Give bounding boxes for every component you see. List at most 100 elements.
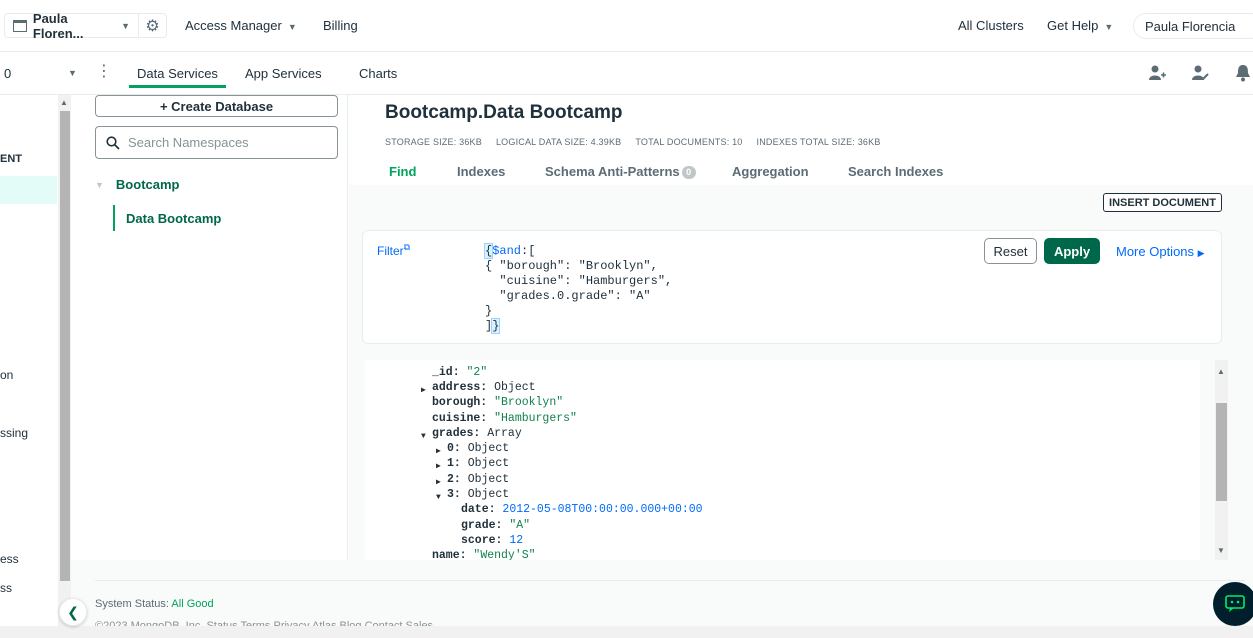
field-key: _id:	[432, 366, 460, 379]
field-value: 2012-05-08T00:00:00.000+00:00	[502, 503, 703, 516]
scrollbar-thumb[interactable]	[60, 111, 70, 581]
field-value: Object	[467, 488, 510, 501]
namespace-search-box[interactable]	[95, 126, 338, 159]
all-clusters-link[interactable]: All Clusters	[958, 18, 1024, 33]
access-manager-menu[interactable]: Access Manager ▼	[185, 18, 297, 33]
org-name: Paula Floren...	[32, 10, 84, 41]
collection-view: Bootcamp.Data Bootcamp STORAGE SIZE: 36K…	[349, 95, 1253, 560]
field-address[interactable]: ▶ address: Object	[421, 381, 536, 395]
caret-right-icon[interactable]: ▶	[421, 384, 426, 398]
chevron-down-icon: ▼	[1104, 22, 1114, 32]
chat-support-icon[interactable]	[1213, 582, 1253, 626]
caret-right-icon[interactable]: ▶	[436, 460, 441, 474]
sidebar-item[interactable]: on	[0, 368, 13, 382]
user-menu[interactable]: Paula Florencia	[1133, 13, 1253, 39]
tab-search-indexes[interactable]: Search Indexes	[848, 164, 943, 179]
field-key: cuisine:	[432, 412, 488, 425]
field-id: _id: "2"	[432, 366, 487, 380]
reset-button[interactable]: Reset	[984, 238, 1037, 264]
apply-button[interactable]: Apply	[1044, 238, 1100, 264]
invite-user-icon[interactable]	[1147, 63, 1167, 83]
field-value: "2"	[466, 366, 488, 379]
tab-data-services[interactable]: Data Services	[129, 66, 226, 88]
get-help-label: Get Help	[1047, 18, 1099, 33]
scroll-up-icon[interactable]: ▲	[1217, 367, 1225, 376]
sidebar-scrollbar[interactable]: ▲ ▼	[58, 95, 71, 638]
sidebar-section-label: ENT	[0, 153, 22, 165]
search-icon	[106, 135, 120, 150]
caret-down-icon[interactable]: ▼	[436, 491, 441, 505]
collection-item-data-bootcamp[interactable]: Data Bootcamp	[113, 205, 221, 231]
field-grade: grade: "A"	[461, 519, 530, 533]
database-item-bootcamp[interactable]: ▼ Bootcamp	[95, 177, 179, 192]
brace-close: }	[491, 318, 501, 334]
field-value: Object	[467, 457, 510, 470]
tab-app-services[interactable]: App Services	[245, 66, 322, 81]
more-options-link[interactable]: More Options ▶	[1116, 244, 1205, 259]
search-namespaces-input[interactable]	[128, 135, 328, 150]
sidebar-item[interactable]: ssing	[0, 426, 28, 440]
sidebar-item-selected[interactable]	[0, 176, 57, 204]
stat-indexes-size: INDEXES TOTAL SIZE: 36KB	[756, 137, 881, 147]
tab-schema-anti-patterns[interactable]: Schema Anti-Patterns 0	[545, 164, 696, 179]
caret-right-icon[interactable]: ▶	[436, 476, 441, 490]
field-key: score:	[461, 534, 503, 547]
building-icon	[13, 19, 27, 32]
horizontal-scrollbar[interactable]	[0, 626, 1253, 638]
field-key: 2:	[447, 473, 461, 486]
stat-total-documents: TOTAL DOCUMENTS: 10	[635, 137, 743, 147]
create-database-button[interactable]: + Create Database	[95, 95, 338, 117]
document-scrollbar[interactable]: ▲ ▼	[1215, 360, 1228, 560]
filter-query-editor[interactable]: {$and:[ { "borough": "Brooklyn", "cuisin…	[483, 243, 673, 334]
collapse-sidebar-icon[interactable]: ❮	[59, 598, 87, 626]
gear-icon[interactable]: ⚙	[139, 13, 167, 38]
filter-label: Filter	[377, 244, 404, 258]
project-nav-bar: 0 ▼ ⋮ Data Services App Services Charts	[0, 52, 1253, 95]
insert-document-button[interactable]: INSERT DOCUMENT	[1103, 193, 1222, 212]
field-grades-2[interactable]: ▶ 2: Object	[436, 473, 509, 487]
chevron-down-icon[interactable]: ▼	[68, 68, 77, 78]
left-sidebar: ENT on ssing ess ss ▲ ▼	[0, 95, 71, 638]
tab-indexes[interactable]: Indexes	[457, 164, 505, 179]
scroll-up-icon[interactable]: ▲	[60, 98, 68, 107]
activity-feed-icon[interactable]	[1190, 63, 1210, 83]
query-line: "cuisine": "Hamburgers",	[485, 274, 673, 288]
sidebar-item[interactable]: ess	[0, 552, 19, 566]
caret-down-icon[interactable]: ▼	[95, 180, 104, 190]
scroll-down-icon[interactable]: ▼	[1217, 546, 1225, 555]
field-key: 3:	[447, 488, 461, 501]
query-text: :[	[521, 244, 536, 258]
field-grades[interactable]: ▼ grades: Array	[421, 427, 522, 441]
kebab-menu-icon[interactable]: ⋮	[96, 62, 112, 82]
field-value: Array	[487, 427, 522, 440]
org-selector[interactable]: Paula Floren... ▼	[4, 10, 139, 41]
project-selector[interactable]: 0	[4, 66, 11, 81]
caret-down-icon[interactable]: ▼	[421, 430, 426, 444]
field-grades-3[interactable]: ▼ 3: Object	[436, 488, 510, 502]
and-operator: $and	[492, 244, 522, 258]
tab-charts[interactable]: Charts	[359, 66, 397, 81]
tab-aggregation[interactable]: Aggregation	[732, 164, 809, 179]
field-date: date: 2012-05-08T00:00:00.000+00:00	[461, 503, 703, 517]
scrollbar-thumb[interactable]	[1216, 403, 1227, 501]
collection-tabs: Find Indexes Schema Anti-Patterns 0 Aggre…	[349, 155, 1253, 185]
field-key: borough:	[432, 396, 488, 409]
chevron-down-icon: ▼	[287, 22, 297, 32]
access-manager-label: Access Manager	[185, 18, 282, 33]
system-status-value[interactable]: All Good	[171, 598, 213, 610]
sidebar-item[interactable]: ss	[0, 581, 12, 595]
filter-link[interactable]: Filter⧉	[377, 242, 410, 258]
field-name: name: "Wendy'S"	[432, 549, 536, 560]
field-key: address:	[432, 381, 488, 394]
caret-right-icon[interactable]: ▶	[436, 445, 441, 459]
field-value: "Brooklyn"	[494, 396, 564, 409]
field-grades-0[interactable]: ▶ 0: Object	[436, 442, 509, 456]
query-line: { "borough": "Brooklyn",	[485, 259, 658, 273]
field-grades-1[interactable]: ▶ 1: Object	[436, 457, 510, 471]
query-line: "grades.0.grade": "A"	[485, 289, 651, 303]
get-help-menu[interactable]: Get Help ▼	[1047, 18, 1113, 33]
bell-icon[interactable]	[1233, 63, 1253, 83]
billing-link[interactable]: Billing	[323, 18, 358, 33]
tab-find[interactable]: Find	[389, 164, 416, 179]
top-bar: Paula Floren... ▼ ⚙ Access Manager ▼ Bill…	[0, 0, 1253, 52]
